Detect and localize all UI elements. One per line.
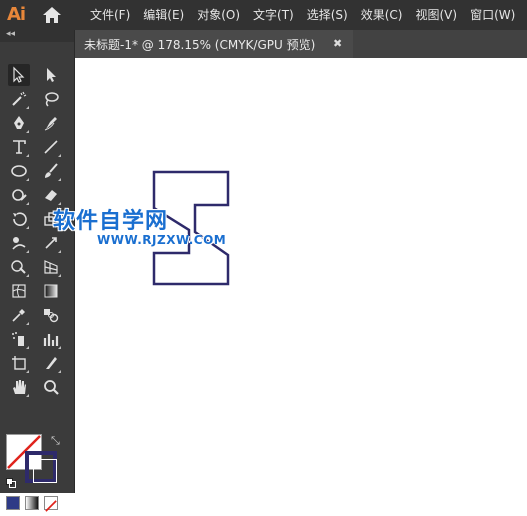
menu-edit[interactable]: 编辑(E) bbox=[143, 0, 184, 30]
color-mode-icon[interactable] bbox=[6, 496, 20, 510]
letter-s-artwork[interactable] bbox=[75, 58, 527, 493]
zoom-tool-icon[interactable] bbox=[40, 376, 62, 398]
toolbar-grip[interactable]: ◂◂ bbox=[0, 29, 74, 42]
curvature-tool-icon[interactable] bbox=[40, 112, 62, 134]
ellipse-tool-icon[interactable] bbox=[8, 160, 30, 182]
perspective-grid-tool-icon[interactable] bbox=[40, 256, 62, 278]
app-logo: Ai bbox=[7, 4, 26, 25]
menu-file[interactable]: 文件(F) bbox=[90, 0, 130, 30]
watermark-title: 软件自学网 bbox=[53, 209, 169, 234]
document-tab-title: 未标题-1* @ 178.15% (CMYK/GPU 预览) bbox=[84, 37, 316, 52]
menu-window[interactable]: 窗口(W) bbox=[470, 0, 515, 30]
eyedropper-tool-icon[interactable] bbox=[8, 304, 30, 326]
lasso-tool-icon[interactable] bbox=[40, 88, 62, 110]
paintbrush-tool-icon[interactable] bbox=[40, 160, 62, 182]
shape-builder-tool-icon[interactable] bbox=[8, 256, 30, 278]
pen-tool-icon[interactable] bbox=[8, 112, 30, 134]
menu-effect[interactable]: 效果(C) bbox=[361, 0, 403, 30]
swap-fill-stroke-icon[interactable]: ⤡ bbox=[51, 434, 60, 448]
direct-selection-tool-icon[interactable] bbox=[40, 64, 62, 86]
slice-tool-icon[interactable] bbox=[40, 352, 62, 374]
artboard-tool-icon[interactable] bbox=[8, 352, 30, 374]
symbol-sprayer-tool-icon[interactable] bbox=[8, 328, 30, 350]
tools-panel: ◂◂ ⤡ bbox=[0, 29, 75, 512]
gradient-tool-icon[interactable] bbox=[40, 280, 62, 302]
fill-stroke-widget: ⤡ bbox=[6, 434, 66, 488]
document-tab-bar: 未标题-1* @ 178.15% (CMYK/GPU 预览) ✖ bbox=[75, 30, 527, 58]
stroke-swatch[interactable] bbox=[25, 451, 57, 483]
magic-wand-tool-icon[interactable] bbox=[8, 88, 30, 110]
color-mode-buttons bbox=[6, 496, 63, 512]
mesh-tool-icon[interactable] bbox=[8, 280, 30, 302]
type-tool-icon[interactable] bbox=[8, 136, 30, 158]
close-icon[interactable]: ✖ bbox=[333, 37, 342, 50]
menu-type[interactable]: 文字(T) bbox=[253, 0, 294, 30]
selection-tool-icon[interactable] bbox=[8, 64, 30, 86]
watermark-url: WWW.RJZXW.COM bbox=[97, 233, 227, 247]
document-tab[interactable]: 未标题-1* @ 178.15% (CMYK/GPU 预览) ✖ bbox=[75, 30, 353, 58]
shaper-tool-icon[interactable] bbox=[8, 184, 30, 206]
menu-view[interactable]: 视图(V) bbox=[415, 0, 457, 30]
none-mode-icon[interactable] bbox=[44, 496, 58, 512]
hand-tool-icon[interactable] bbox=[8, 376, 30, 398]
artboard-canvas[interactable] bbox=[75, 58, 527, 493]
home-icon[interactable] bbox=[42, 6, 62, 24]
rotate-tool-icon[interactable] bbox=[8, 208, 30, 230]
default-fill-stroke-icon[interactable] bbox=[6, 473, 16, 488]
menu-bar: Ai 文件(F) 编辑(E) 对象(O) 文字(T) 选择(S) 效果(C) 视… bbox=[0, 0, 527, 30]
line-segment-tool-icon[interactable] bbox=[40, 136, 62, 158]
menu-object[interactable]: 对象(O) bbox=[197, 0, 240, 30]
puppet-warp-tool-icon[interactable] bbox=[8, 232, 30, 254]
menu-select[interactable]: 选择(S) bbox=[307, 0, 348, 30]
gradient-mode-icon[interactable] bbox=[25, 496, 39, 510]
column-graph-tool-icon[interactable] bbox=[40, 328, 62, 350]
collapse-icon[interactable]: ◂◂ bbox=[6, 29, 15, 39]
watermark: 软件自学网 WWW.RJZXW.COM bbox=[53, 203, 226, 247]
menu-list: 文件(F) 编辑(E) 对象(O) 文字(T) 选择(S) 效果(C) 视图(V… bbox=[90, 0, 527, 30]
blend-tool-icon[interactable] bbox=[40, 304, 62, 326]
